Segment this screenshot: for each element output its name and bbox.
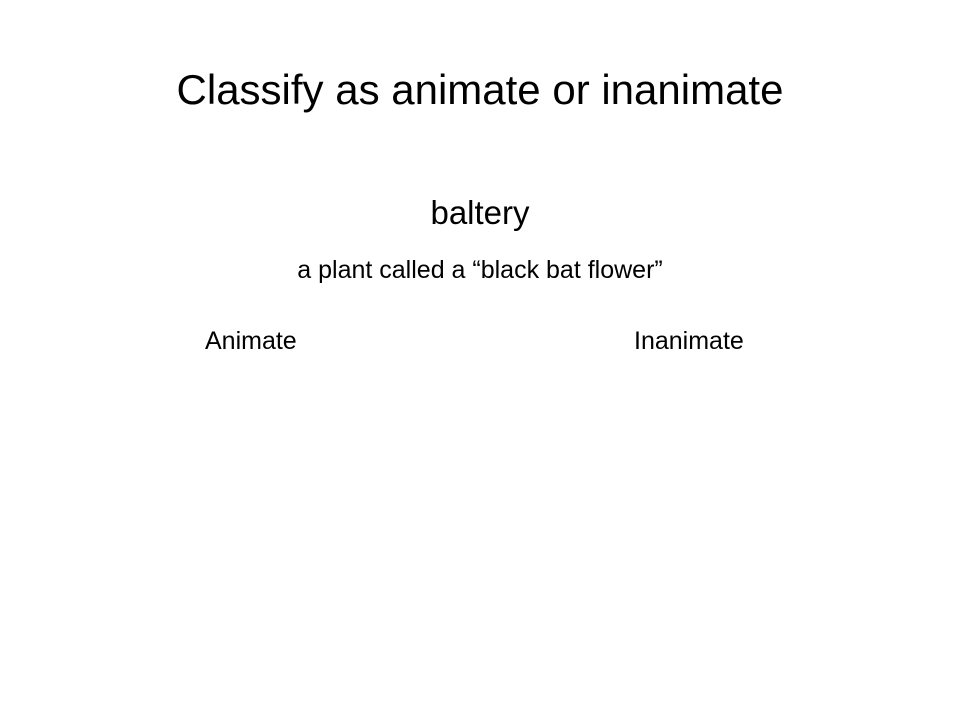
option-inanimate[interactable]: Inanimate <box>634 327 744 356</box>
target-word: baltery <box>430 194 530 231</box>
word-definition: a plant called a “black bat flower” <box>297 256 663 284</box>
slide-title: Classify as animate or inanimate <box>176 66 784 113</box>
option-animate[interactable]: Animate <box>205 327 297 356</box>
